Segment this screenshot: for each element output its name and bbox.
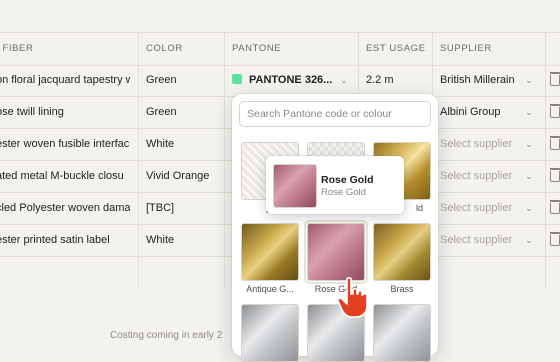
fiber-cell[interactable]: cled Polyester woven dama	[0, 192, 130, 224]
usage-cell[interactable]: 2.2 m	[366, 64, 426, 96]
tile-swatch	[241, 304, 299, 362]
pantone-tile[interactable]: Brass	[373, 223, 431, 294]
table-row: on floral jacquard tapestry w Green PANT…	[0, 64, 560, 97]
trash-icon	[550, 232, 560, 246]
chevron-down-icon[interactable]: ⌄	[525, 160, 533, 192]
costing-footer-text: Costing coming in early 2	[110, 330, 223, 341]
tile-swatch	[304, 220, 368, 284]
color-cell[interactable]: White	[146, 224, 224, 256]
tile-label: Brass	[390, 284, 414, 294]
table-header: / FIBER COLOR PANTONE EST USAGE SUPPLIER	[0, 32, 560, 66]
hand-cursor-icon	[337, 277, 368, 318]
delete-row-button[interactable]	[550, 160, 560, 192]
tile-label: Antique G...	[246, 284, 294, 294]
color-cell[interactable]: White	[146, 128, 224, 160]
col-header-usage: EST USAGE	[366, 43, 426, 54]
pantone-swatch	[232, 74, 242, 84]
fiber-cell[interactable]: on floral jacquard tapestry w	[0, 64, 130, 96]
trash-icon	[550, 168, 560, 182]
pantone-select[interactable]: PANTONE 326...	[232, 64, 356, 96]
pantone-value: PANTONE 326...	[249, 74, 333, 86]
col-header-fiber: / FIBER	[0, 43, 34, 54]
swatch-tooltip: Rose Gold Rose Gold	[266, 156, 404, 214]
pantone-search-input[interactable]: Search Pantone code or colour	[239, 101, 431, 127]
col-header-color: COLOR	[146, 43, 183, 54]
trash-icon	[550, 136, 560, 150]
delete-row-button[interactable]	[550, 192, 560, 224]
fiber-cell[interactable]: ester woven fusible interfac	[0, 128, 130, 160]
trash-icon	[550, 200, 560, 214]
delete-row-button[interactable]	[550, 224, 560, 256]
delete-row-button[interactable]	[550, 128, 560, 160]
col-header-pantone: PANTONE	[232, 43, 282, 54]
trash-icon	[550, 104, 560, 118]
pantone-tile[interactable]	[373, 304, 431, 362]
fiber-cell[interactable]: ated metal M-buckle closu	[0, 160, 130, 192]
pantone-tile[interactable]: Antique G...	[241, 223, 299, 294]
color-cell[interactable]: Vivid Orange	[146, 160, 224, 192]
chevron-down-icon[interactable]: ⌄	[525, 96, 533, 128]
pantone-tile[interactable]	[241, 304, 299, 362]
tooltip-subtitle: Rose Gold	[321, 187, 366, 198]
chevron-down-icon[interactable]: ⌄	[525, 192, 533, 224]
tile-swatch	[241, 223, 299, 281]
delete-row-button[interactable]	[550, 96, 560, 128]
tooltip-swatch	[273, 164, 317, 208]
color-cell[interactable]: Green	[146, 64, 224, 96]
delete-row-button[interactable]	[550, 64, 560, 96]
col-header-supplier: SUPPLIER	[440, 43, 492, 54]
chevron-down-icon[interactable]: ⌄	[525, 64, 533, 96]
trash-icon	[550, 72, 560, 86]
tile-swatch	[373, 304, 431, 362]
chevron-down-icon[interactable]: ⌄	[525, 128, 533, 160]
pantone-dropdown: Search Pantone code or colour [T ld Anti…	[232, 94, 438, 362]
tile-swatch	[373, 223, 431, 281]
color-cell[interactable]: Green	[146, 96, 224, 128]
fiber-cell[interactable]: ester printed satin label	[0, 224, 130, 256]
color-cell[interactable]: [TBC]	[146, 192, 224, 224]
fiber-cell[interactable]: ose twill lining	[0, 96, 130, 128]
tooltip-name: Rose Gold	[321, 174, 374, 186]
chevron-down-icon[interactable]: ⌄	[340, 64, 348, 96]
chevron-down-icon[interactable]: ⌄	[525, 224, 533, 256]
